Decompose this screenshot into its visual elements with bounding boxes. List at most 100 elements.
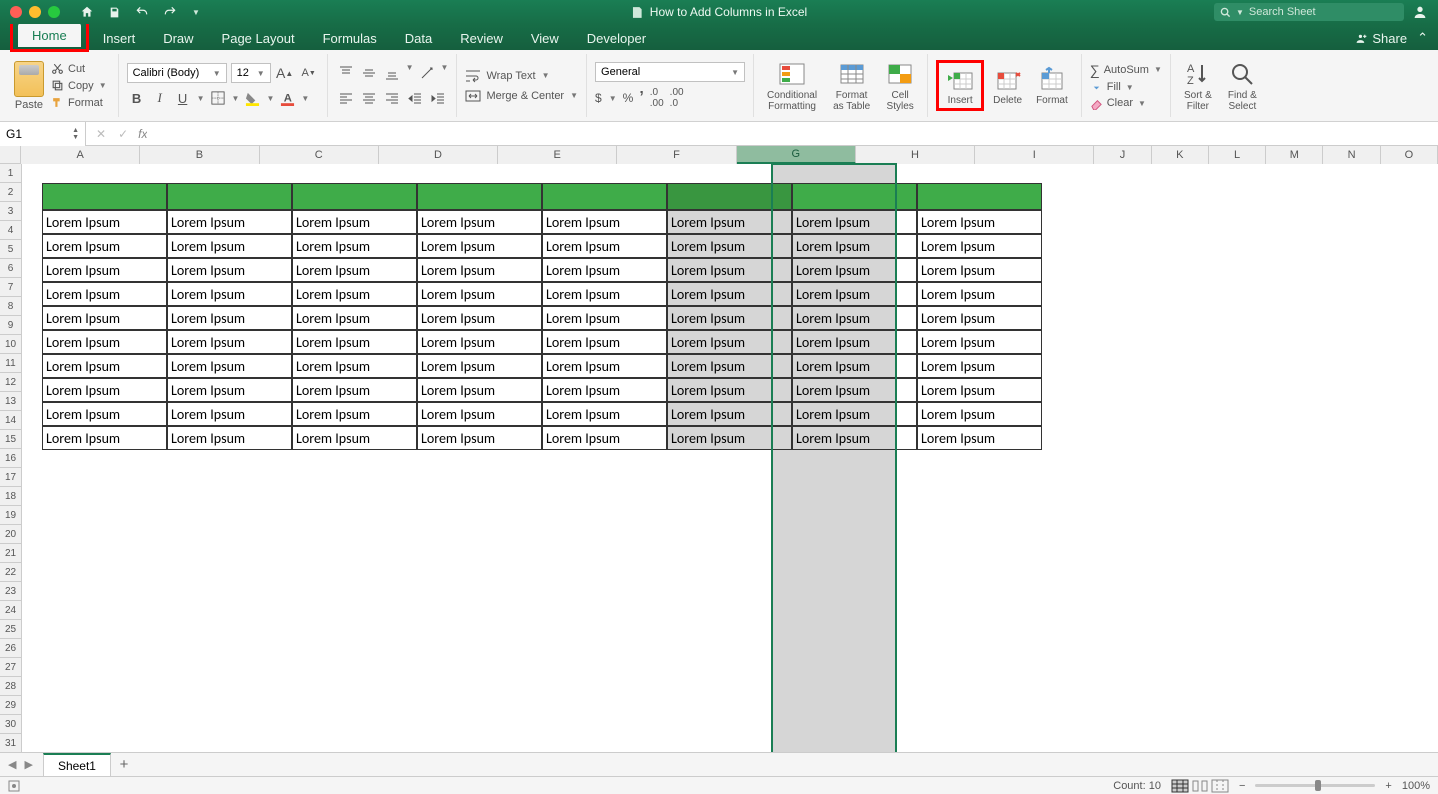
cell[interactable]: Lorem Ipsum: [417, 282, 542, 306]
currency-icon[interactable]: $: [595, 91, 602, 105]
increase-font-icon[interactable]: A▲: [275, 63, 295, 83]
column-header[interactable]: G: [737, 146, 856, 164]
macro-record-icon[interactable]: [8, 780, 20, 792]
row-header[interactable]: 2: [0, 183, 22, 202]
cell[interactable]: Lorem Ipsum: [542, 258, 667, 282]
fill-button[interactable]: Fill▼: [1090, 81, 1134, 94]
row-header[interactable]: 30: [0, 715, 22, 734]
row-header[interactable]: 4: [0, 221, 22, 240]
row-header[interactable]: 22: [0, 563, 22, 582]
name-box[interactable]: G1 ▲▼: [0, 122, 86, 146]
cell[interactable]: Lorem Ipsum: [167, 282, 292, 306]
decrease-decimal-icon[interactable]: .00.0: [670, 87, 684, 109]
row-header[interactable]: 8: [0, 297, 22, 316]
cell[interactable]: Lorem Ipsum: [42, 210, 167, 234]
cell[interactable]: Lorem Ipsum: [792, 258, 917, 282]
cell[interactable]: Lorem Ipsum: [792, 354, 917, 378]
row-header[interactable]: 23: [0, 582, 22, 601]
add-sheet-button[interactable]: +: [111, 756, 137, 773]
row-header[interactable]: 25: [0, 620, 22, 639]
cancel-formula-icon[interactable]: ✕: [96, 127, 106, 141]
cell[interactable]: Lorem Ipsum: [542, 306, 667, 330]
cell[interactable]: Lorem Ipsum: [167, 402, 292, 426]
cell[interactable]: Lorem Ipsum: [417, 210, 542, 234]
cell[interactable]: Lorem Ipsum: [292, 402, 417, 426]
column-header[interactable]: E: [498, 146, 617, 164]
minimize-window-button[interactable]: [29, 6, 41, 18]
cell[interactable]: Lorem Ipsum: [417, 234, 542, 258]
fill-color-dropdown[interactable]: ▼: [266, 94, 274, 103]
cell[interactable]: Lorem Ipsum: [917, 258, 1042, 282]
align-left-icon[interactable]: [336, 88, 356, 108]
row-header[interactable]: 27: [0, 658, 22, 677]
cell[interactable]: Lorem Ipsum: [917, 282, 1042, 306]
close-window-button[interactable]: [10, 6, 22, 18]
merge-center-button[interactable]: Merge & Center▼: [465, 89, 578, 103]
cell[interactable]: Lorem Ipsum: [667, 282, 792, 306]
cell[interactable]: Lorem Ipsum: [542, 330, 667, 354]
tab-developer[interactable]: Developer: [573, 26, 660, 50]
cell[interactable]: Lorem Ipsum: [292, 234, 417, 258]
row-header[interactable]: 20: [0, 525, 22, 544]
cell[interactable]: Lorem Ipsum: [792, 426, 917, 450]
italic-button[interactable]: I: [150, 88, 170, 108]
row-header[interactable]: 26: [0, 639, 22, 658]
namebox-spinner[interactable]: ▲▼: [72, 127, 79, 141]
font-color-dropdown[interactable]: ▼: [301, 94, 309, 103]
cell[interactable]: Lorem Ipsum: [42, 282, 167, 306]
cell[interactable]: Lorem Ipsum: [42, 426, 167, 450]
font-color-button[interactable]: A: [277, 88, 297, 108]
cell[interactable]: Lorem Ipsum: [417, 306, 542, 330]
zoom-level[interactable]: 100%: [1402, 780, 1430, 792]
formula-input[interactable]: [147, 122, 1438, 145]
cell[interactable]: Lorem Ipsum: [42, 258, 167, 282]
share-button[interactable]: Share: [1355, 31, 1407, 46]
comma-icon[interactable]: ʼ: [639, 89, 643, 107]
row-header[interactable]: 11: [0, 354, 22, 373]
row-header[interactable]: 15: [0, 430, 22, 449]
cell[interactable]: Lorem Ipsum: [542, 378, 667, 402]
cell[interactable]: Lorem Ipsum: [417, 330, 542, 354]
row-header[interactable]: 3: [0, 202, 22, 221]
cell[interactable]: Lorem Ipsum: [667, 306, 792, 330]
page-layout-view-icon[interactable]: [1191, 779, 1209, 793]
row-header[interactable]: 5: [0, 240, 22, 259]
cut-button[interactable]: Cut: [48, 61, 88, 76]
conditional-formatting-button[interactable]: Conditional Formatting: [762, 60, 822, 112]
cell[interactable]: Lorem Ipsum: [42, 378, 167, 402]
cell[interactable]: Lorem Ipsum: [917, 426, 1042, 450]
column-header[interactable]: A: [21, 146, 140, 164]
home-icon[interactable]: [80, 5, 94, 19]
cell[interactable]: Lorem Ipsum: [917, 210, 1042, 234]
copy-button[interactable]: Copy▼: [48, 78, 110, 93]
row-header[interactable]: 17: [0, 468, 22, 487]
row-header[interactable]: 29: [0, 696, 22, 715]
cell[interactable]: Lorem Ipsum: [667, 210, 792, 234]
align-bottom-icon[interactable]: [382, 63, 402, 83]
cell[interactable]: Lorem Ipsum: [167, 426, 292, 450]
cell[interactable]: Lorem Ipsum: [167, 330, 292, 354]
cell[interactable]: Lorem Ipsum: [292, 330, 417, 354]
row-header[interactable]: 31: [0, 734, 22, 752]
cell[interactable]: Lorem Ipsum: [42, 402, 167, 426]
cell[interactable]: Lorem Ipsum: [792, 330, 917, 354]
row-header[interactable]: 14: [0, 411, 22, 430]
cell[interactable]: Lorem Ipsum: [42, 234, 167, 258]
cell[interactable]: Lorem Ipsum: [542, 282, 667, 306]
maximize-window-button[interactable]: [48, 6, 60, 18]
insert-cells-button[interactable]: Insert: [941, 65, 979, 106]
cell[interactable]: Lorem Ipsum: [667, 426, 792, 450]
cell[interactable]: Lorem Ipsum: [292, 426, 417, 450]
cell[interactable]: Lorem Ipsum: [292, 282, 417, 306]
cell[interactable]: Lorem Ipsum: [542, 426, 667, 450]
find-select-button[interactable]: Find & Select: [1223, 60, 1262, 112]
underline-button[interactable]: U: [173, 88, 193, 108]
prev-sheet-icon[interactable]: ◀: [8, 758, 16, 771]
cell[interactable]: Lorem Ipsum: [417, 402, 542, 426]
font-size-select[interactable]: 12▼: [231, 63, 271, 83]
fill-color-button[interactable]: [242, 88, 262, 108]
page-break-view-icon[interactable]: [1211, 779, 1229, 793]
tab-insert[interactable]: Insert: [89, 26, 150, 50]
border-dropdown[interactable]: ▼: [232, 94, 240, 103]
cell[interactable]: Lorem Ipsum: [42, 306, 167, 330]
